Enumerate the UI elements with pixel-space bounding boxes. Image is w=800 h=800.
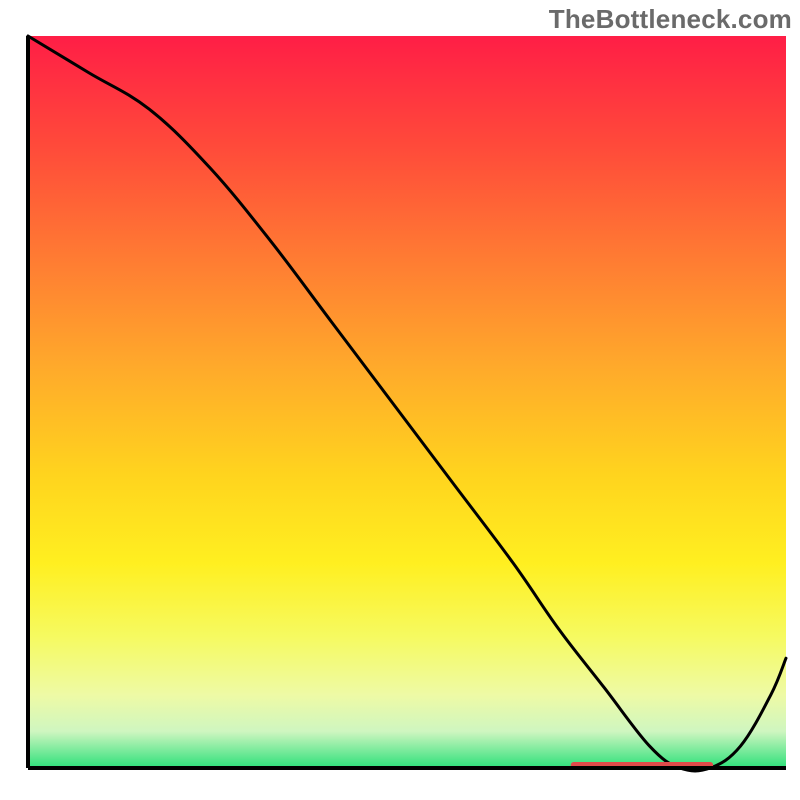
bottleneck-chart	[0, 0, 800, 800]
watermark-text: TheBottleneck.com	[549, 4, 792, 35]
plot-background	[28, 36, 786, 768]
